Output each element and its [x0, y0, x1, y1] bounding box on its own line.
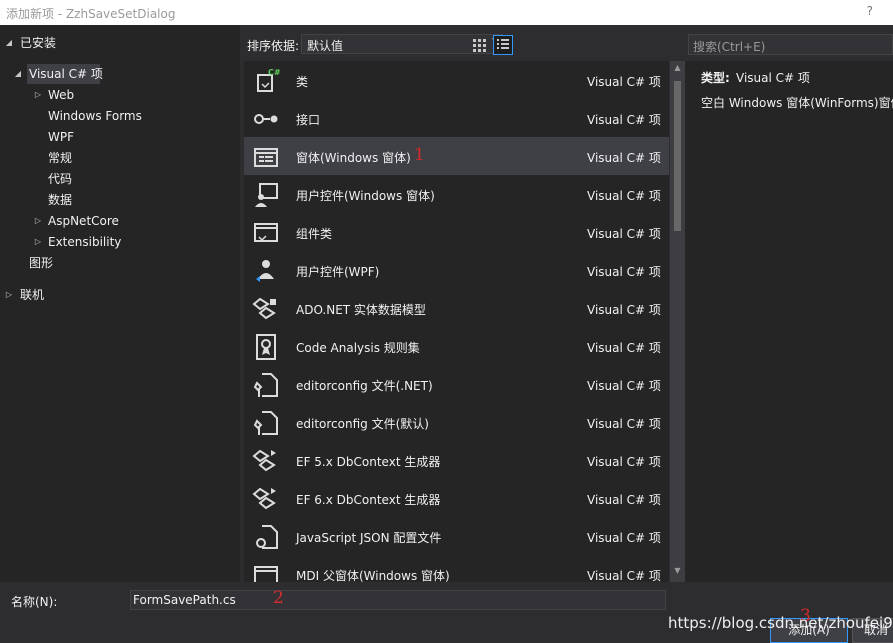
form-icon — [254, 148, 278, 167]
json-config-icon — [256, 525, 278, 549]
list-item[interactable]: EF 5.x DbContext 生成器 Visual C# 项 — [244, 441, 669, 479]
sort-label: 排序依据: — [247, 39, 300, 53]
title-bar: 添加新项 - ZzhSaveSetDialog ? — [0, 0, 893, 25]
search-input[interactable]: 搜索(Ctrl+E) — [688, 34, 893, 55]
tree-item-code[interactable]: 代码 — [48, 169, 72, 189]
grid-view-icon — [473, 39, 486, 52]
bottom-bar: 名称(N): 2 添加(A) 取消 3 https://blog.csdn.ne… — [0, 582, 893, 643]
mdi-form-icon — [254, 566, 278, 582]
tree-item-windows-forms[interactable]: Windows Forms — [48, 106, 142, 126]
category-tree: ◢ 已安装 Visual C# 项 ◢ ▷ Web Windows Forms … — [0, 25, 240, 582]
name-label: 名称(N): — [11, 595, 58, 609]
collapsed-arrow-icon[interactable]: ▷ — [4, 285, 14, 305]
tree-item-data[interactable]: 数据 — [48, 190, 72, 210]
tree-item-visual-csharp[interactable]: Visual C# 项 — [27, 64, 103, 84]
type-label: 类型: — [701, 71, 730, 85]
user-control-icon — [255, 183, 278, 207]
wpf-user-control-icon — [256, 260, 274, 282]
list-item[interactable]: JavaScript JSON 配置文件 Visual C# 项 — [244, 517, 669, 555]
name-field[interactable] — [130, 590, 666, 610]
search-placeholder: 搜索(Ctrl+E) — [693, 40, 766, 54]
annotation-marker-2: 2 — [273, 588, 284, 608]
entity-model-icon — [252, 297, 276, 320]
scroll-down-icon[interactable]: ▼ — [670, 564, 685, 578]
list-view-icon — [497, 39, 509, 49]
config-file-icon — [253, 411, 278, 435]
config-file-icon — [253, 373, 278, 397]
collapsed-arrow-icon[interactable]: ▷ — [33, 211, 43, 231]
template-list: C# 类 Visual C# 项 接口 Visual C# 项 窗体(Windo… — [244, 61, 669, 582]
component-icon — [254, 223, 278, 242]
list-item[interactable]: MDI 父窗体(Windows 窗体) Visual C# 项 — [244, 555, 669, 582]
list-item[interactable]: 组件类 Visual C# 项 — [244, 213, 669, 251]
expanded-arrow-icon[interactable]: ◢ — [4, 33, 14, 53]
svg-text:C#: C# — [268, 68, 280, 77]
list-item[interactable]: ADO.NET 实体数据模型 Visual C# 项 — [244, 289, 669, 327]
class-icon: C# — [257, 68, 280, 92]
list-item[interactable]: 用户控件(Windows 窗体) Visual C# 项 — [244, 175, 669, 213]
list-item[interactable]: editorconfig 文件(默认) Visual C# 项 — [244, 403, 669, 441]
watermark-text: https://blog.csdn.net/zhoufei95 — [668, 614, 893, 632]
tree-item-wpf[interactable]: WPF — [48, 127, 74, 147]
tree-item-graphics[interactable]: 图形 — [29, 253, 53, 273]
ef-generator-icon — [252, 487, 276, 510]
ef-generator-icon — [252, 449, 276, 472]
ruleset-icon — [256, 334, 276, 360]
sort-bar: 排序依据: 默认值 ▼ — [240, 25, 685, 61]
collapsed-arrow-icon[interactable]: ▷ — [33, 232, 43, 252]
expanded-arrow-icon[interactable]: ◢ — [13, 69, 23, 78]
list-item[interactable]: EF 6.x DbContext 生成器 Visual C# 项 — [244, 479, 669, 517]
list-item[interactable]: editorconfig 文件(.NET) Visual C# 项 — [244, 365, 669, 403]
list-item[interactable]: Code Analysis 规则集 Visual C# 项 — [244, 327, 669, 365]
list-view-button[interactable] — [493, 35, 513, 55]
type-value: Visual C# 项 — [736, 71, 810, 85]
list-item[interactable]: 窗体(Windows 窗体) 1 Visual C# 项 — [244, 137, 669, 175]
grid-view-button[interactable] — [469, 35, 489, 55]
list-item[interactable]: C# 类 Visual C# 项 — [244, 61, 669, 99]
sort-selected-value: 默认值 — [307, 39, 344, 53]
tree-item-general[interactable]: 常规 — [48, 148, 72, 168]
details-panel: 类型: Visual C# 项 空白 Windows 窗体(WinForms)窗… — [685, 61, 893, 582]
list-item[interactable]: 接口 Visual C# 项 — [244, 99, 669, 137]
annotation-marker-1: 1 — [414, 145, 425, 165]
list-scrollbar[interactable]: ▲ ▼ — [670, 61, 685, 582]
template-description: 空白 Windows 窗体(WinForms)窗体 — [701, 96, 893, 110]
window-title: 添加新项 - ZzhSaveSetDialog — [6, 7, 176, 21]
scroll-up-icon[interactable]: ▲ — [670, 61, 685, 75]
list-item[interactable]: 用户控件(WPF) Visual C# 项 — [244, 251, 669, 289]
help-button[interactable]: ? — [867, 4, 873, 18]
scrollbar-thumb[interactable] — [674, 81, 681, 231]
interface-icon — [254, 114, 278, 124]
collapsed-arrow-icon[interactable]: ▷ — [33, 85, 43, 105]
